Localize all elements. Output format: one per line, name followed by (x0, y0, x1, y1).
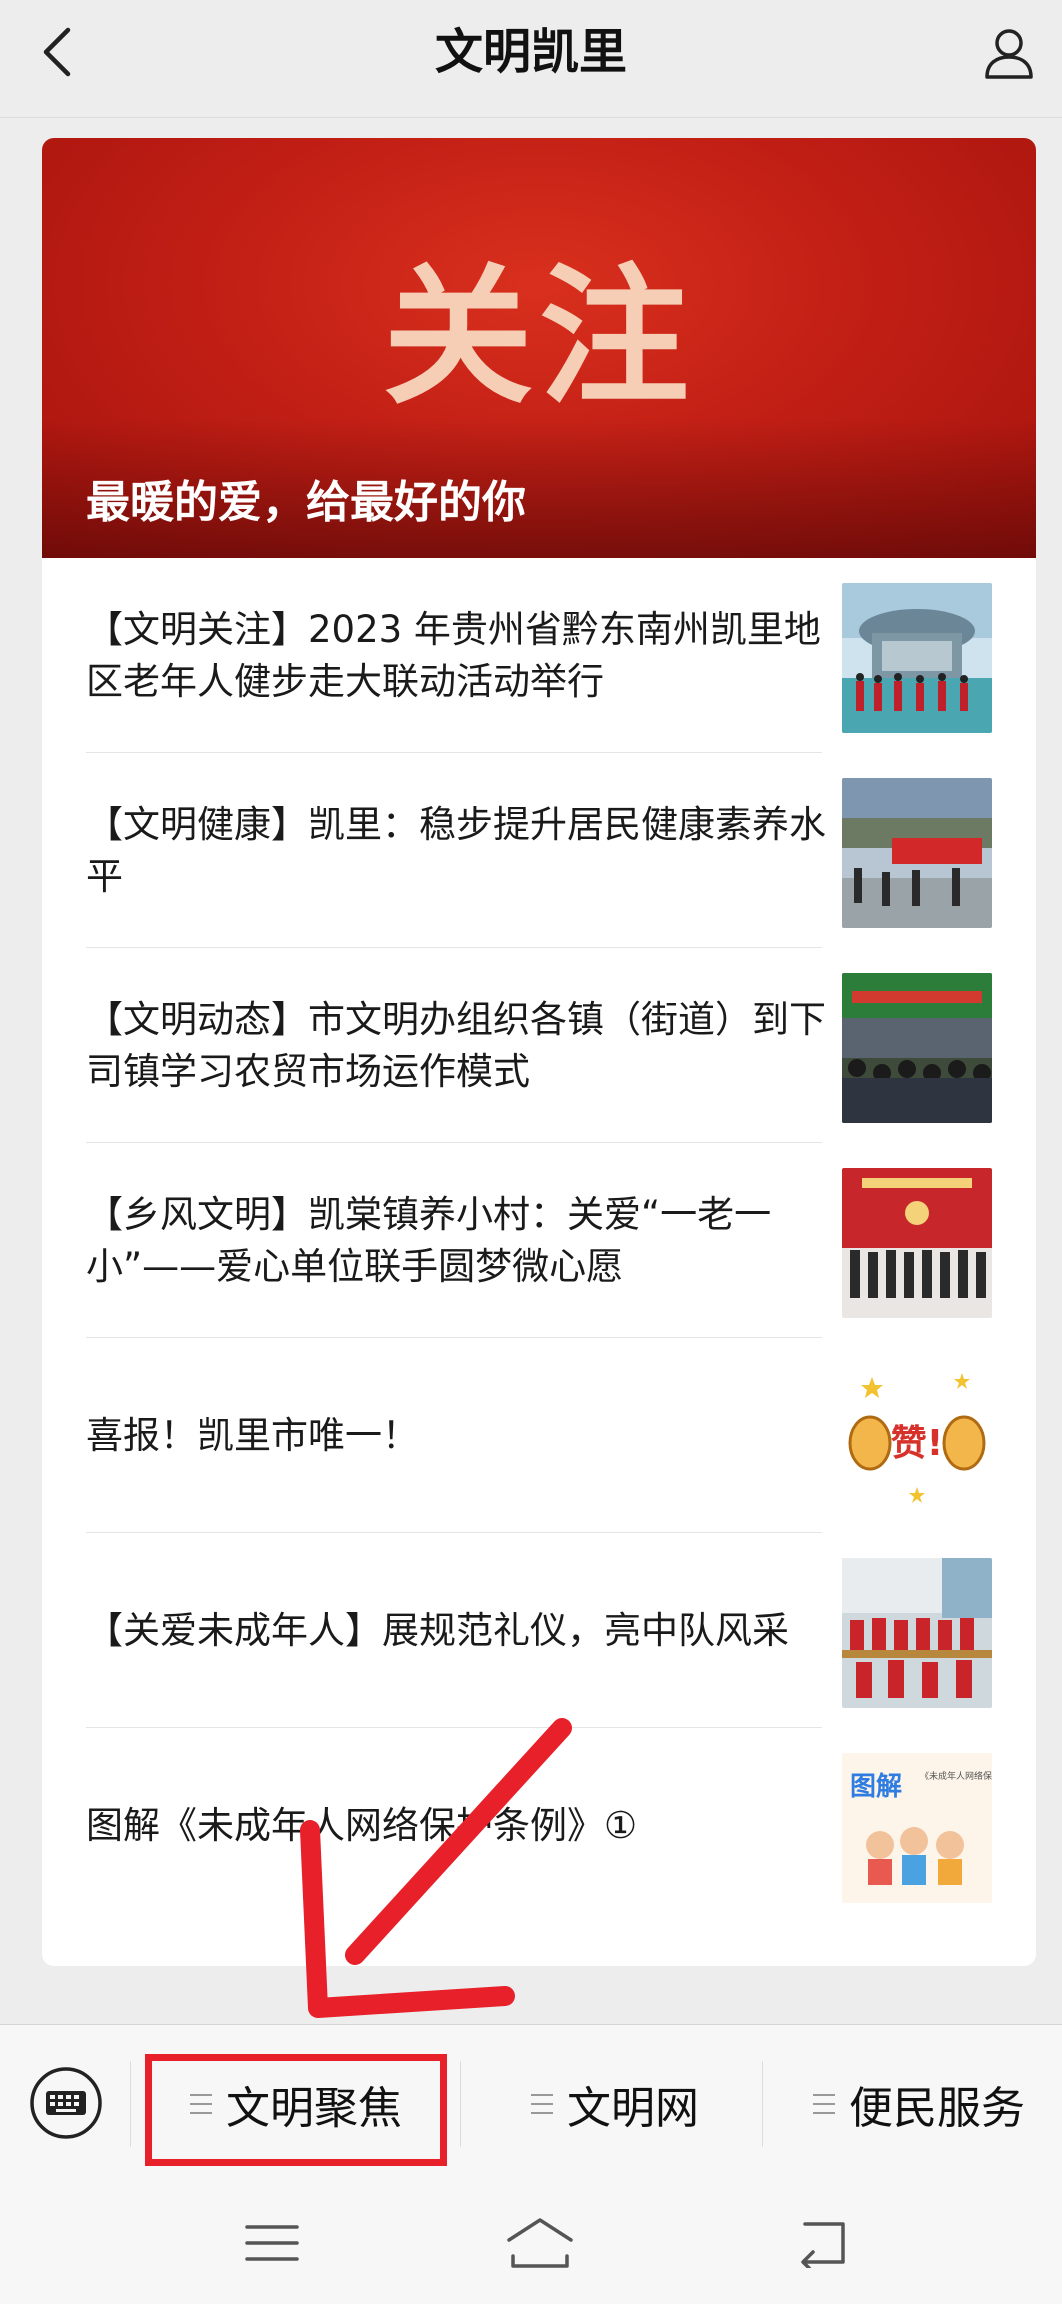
menu-divider (130, 2061, 131, 2147)
article-title: 【关爱未成年人】展规范礼仪，亮中队风采 (86, 1608, 789, 1652)
menu-lines-icon (813, 2094, 835, 2114)
thumb-tujie-text: 图解 (850, 1772, 902, 1802)
article-title: 【文明关注】2023 年贵州省黔东南州凯里地区老年人健步走大联动活动举行 (86, 607, 821, 703)
system-menu-button[interactable] (232, 2208, 312, 2278)
article-thumbnail (842, 778, 992, 928)
article-title: 【文明健康】凯里：稳步提升居民健康素养水平 (86, 802, 826, 898)
article-title: 喜报！凯里市唯一！ (86, 1413, 419, 1457)
article-thumbnail (842, 1558, 992, 1708)
article-thumbnail: 图解 《未成年人网络保护条例》 (842, 1753, 992, 1903)
back-icon (801, 2222, 845, 2268)
menu-item-label: 便民服务 (849, 2083, 1025, 2134)
menu-item-civilization-web[interactable]: 文明网 (470, 2059, 760, 2149)
article-item[interactable]: 【乡风文明】凯棠镇养小村：关爱“一老一小”——爱心单位联手圆梦微心愿 (86, 1143, 992, 1338)
banner-caption: 最暖的爱，给最好的你 (86, 477, 526, 528)
menu-divider (762, 2061, 763, 2147)
article-title: 【乡风文明】凯棠镇养小村：关爱“一老一小”——爱心单位联手圆梦微心愿 (86, 1192, 772, 1288)
article-item[interactable]: 图解《未成年人网络保护条例》① 图解 《未成年人网络保护条例》 (86, 1728, 992, 1923)
article-thumbnail (842, 583, 992, 733)
page-title: 文明凯里 (434, 24, 627, 80)
banner[interactable]: 关注 最暖的爱，给最好的你 (42, 138, 1036, 558)
thumb-praise-text: 赞! (891, 1423, 943, 1464)
article-thumbnail (842, 1168, 992, 1318)
home-icon (507, 2218, 573, 2268)
article-item[interactable]: 【关爱未成年人】展规范礼仪，亮中队风采 (86, 1533, 992, 1728)
menu-lines-icon (531, 2094, 553, 2114)
keyboard-toggle-button[interactable] (28, 2065, 104, 2141)
menu-item-public-services[interactable]: 便民服务 (776, 2059, 1062, 2149)
menu-icon (245, 2225, 299, 2261)
system-nav-bar (0, 2184, 1062, 2304)
article-title: 图解《未成年人网络保护条例》① (86, 1803, 638, 1847)
banner-headline: 关注 (382, 249, 695, 425)
user-icon (985, 29, 1033, 79)
article-card: 关注 最暖的爱，给最好的你 【文明关注】2023 年贵州省黔东南州凯里地区老年人… (42, 138, 1036, 1966)
article-item[interactable]: 【文明关注】2023 年贵州省黔东南州凯里地区老年人健步走大联动活动举行 (86, 558, 992, 753)
article-thumbnail: 赞! (842, 1363, 992, 1513)
menu-item-label: 文明网 (567, 2083, 699, 2134)
system-back-button[interactable] (782, 2208, 862, 2278)
article-thumbnail (842, 973, 992, 1123)
top-navbar: 文明凯里 (0, 0, 1062, 118)
article-item[interactable]: 喜报！凯里市唯一！ 赞! (86, 1338, 992, 1533)
keyboard-icon (30, 2067, 102, 2139)
profile-button[interactable] (976, 20, 1042, 86)
menu-divider (460, 2061, 461, 2147)
article-title: 【文明动态】市文明办组织各镇（街道）到下司镇学习农贸市场运作模式 (86, 997, 826, 1093)
article-item[interactable]: 【文明健康】凯里：稳步提升居民健康素养水平 (86, 753, 992, 948)
highlight-box (145, 2054, 447, 2166)
article-item[interactable]: 【文明动态】市文明办组织各镇（街道）到下司镇学习农贸市场运作模式 (86, 948, 992, 1143)
system-home-button[interactable] (500, 2208, 580, 2278)
thumb-regulation-text: 《未成年人网络保护条例》 (920, 1770, 992, 1782)
